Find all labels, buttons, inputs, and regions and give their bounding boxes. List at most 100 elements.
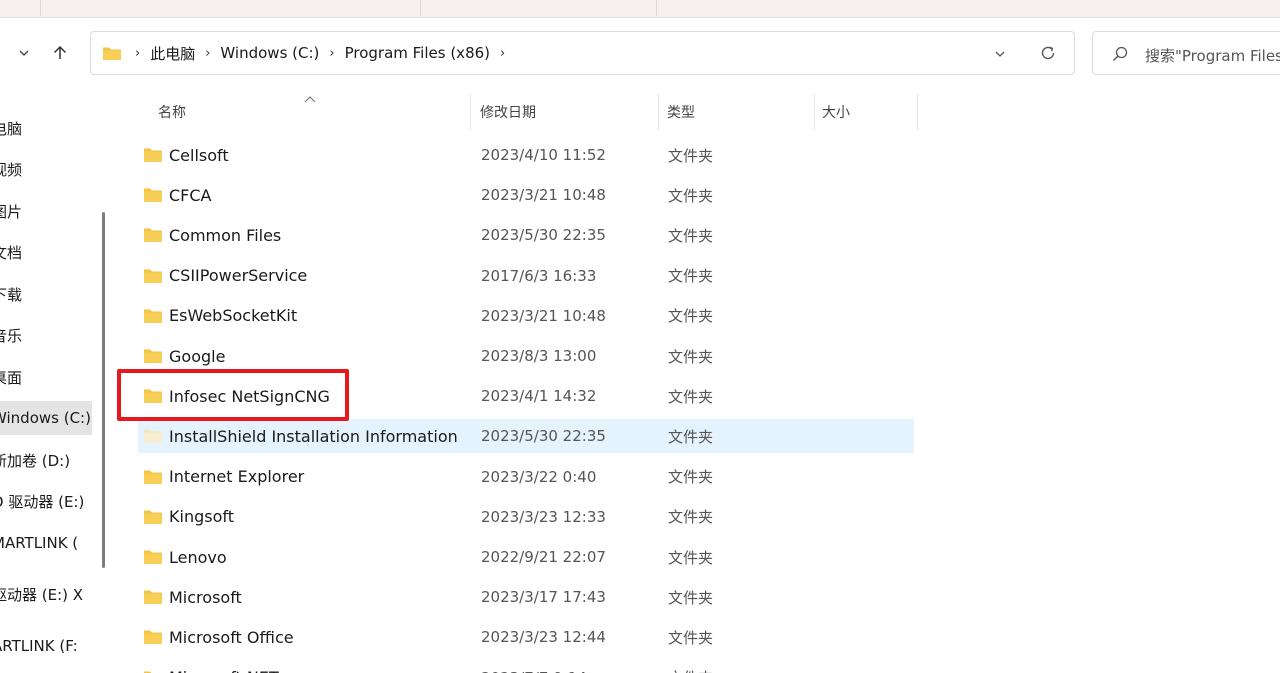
column-header-name[interactable]: 名称 xyxy=(158,94,468,130)
file-date-modified: 2023/5/30 22:35 xyxy=(481,427,606,446)
sidebar-item-drive-e[interactable]: D 驱动器 (E:) xyxy=(0,484,92,518)
file-name[interactable]: CFCA xyxy=(169,178,212,212)
search-box[interactable]: 搜索"Program Files" xyxy=(1092,31,1280,75)
file-name[interactable]: Kingsoft xyxy=(169,500,234,534)
table-row[interactable]: CFCA 2023/3/21 10:48 文件夹 xyxy=(138,178,914,212)
file-type: 文件夹 xyxy=(668,588,714,607)
sidebar-item-smartlink-f[interactable]: ARTLINK (F: xyxy=(0,629,92,663)
file-date-modified: 2023/3/23 12:44 xyxy=(481,628,606,647)
sidebar-scrollbar[interactable] xyxy=(102,212,105,568)
table-row[interactable]: EsWebSocketKit 2023/3/21 10:48 文件夹 xyxy=(138,299,914,333)
sidebar-item-windows-c[interactable]: Windows (C:) xyxy=(0,401,92,435)
column-header-label: 大小 xyxy=(822,105,850,121)
table-row[interactable]: Lenovo 2022/9/21 22:07 文件夹 xyxy=(138,540,914,574)
table-row[interactable]: Microsoft 2023/3/17 17:43 文件夹 xyxy=(138,580,914,614)
table-row[interactable]: Microsoft.NET 2023/7/7 9:14 文件夹 xyxy=(138,661,914,673)
folder-icon xyxy=(143,227,163,247)
up-arrow-icon[interactable] xyxy=(48,40,72,66)
sidebar-item-label: ARTLINK (F: xyxy=(0,637,78,655)
highlight-annotation-box xyxy=(117,369,349,421)
column-divider[interactable] xyxy=(470,94,471,130)
file-date-modified: 2023/3/17 17:43 xyxy=(481,588,606,607)
sidebar-item-this-pc[interactable]: 电脑 xyxy=(0,111,92,145)
file-name[interactable]: Microsoft.NET xyxy=(169,661,279,673)
file-name[interactable]: Common Files xyxy=(169,218,281,252)
tab-divider xyxy=(420,0,421,16)
table-row[interactable]: Internet Explorer 2023/3/22 0:40 文件夹 xyxy=(138,460,914,494)
file-type: 文件夹 xyxy=(668,307,714,326)
folder-icon xyxy=(143,308,163,328)
breadcrumb-this-pc[interactable]: 此电脑 xyxy=(146,43,199,64)
file-type: 文件夹 xyxy=(668,146,714,165)
search-input[interactable]: 搜索"Program Files" xyxy=(1145,45,1280,66)
column-header-date-modified[interactable]: 修改日期 xyxy=(480,94,660,130)
sidebar-item-documents[interactable]: 文档 xyxy=(0,235,92,269)
file-type: 文件夹 xyxy=(668,387,714,406)
file-name[interactable]: Cellsoft xyxy=(169,138,229,172)
sidebar-item-label: 下载 xyxy=(0,285,23,304)
sidebar-item-pictures[interactable]: 图片 xyxy=(0,194,92,228)
file-name[interactable]: Internet Explorer xyxy=(169,460,304,494)
folder-icon xyxy=(143,268,163,288)
address-history-chevron-icon[interactable] xyxy=(990,44,1010,64)
table-row[interactable]: CSIIPowerService 2017/6/3 16:33 文件夹 xyxy=(138,259,914,293)
breadcrumb-separator[interactable]: › xyxy=(199,46,216,61)
sidebar-item-label: D 驱动器 (E:) xyxy=(0,492,85,511)
file-date-modified: 2023/7/7 9:14 xyxy=(481,661,587,673)
folder-icon xyxy=(143,670,163,673)
file-name[interactable]: EsWebSocketKit xyxy=(169,299,297,333)
file-type: 文件夹 xyxy=(668,226,714,245)
sidebar-item-label: 图片 xyxy=(0,202,23,221)
table-row[interactable]: Kingsoft 2023/3/23 12:33 文件夹 xyxy=(138,500,914,534)
file-name[interactable]: Microsoft xyxy=(169,580,242,614)
file-date-modified: 2023/3/23 12:33 xyxy=(481,507,606,526)
file-date-modified: 2023/3/21 10:48 xyxy=(481,306,606,325)
recent-locations-dropdown-icon[interactable] xyxy=(12,40,36,66)
file-name[interactable]: InstallShield Installation Information xyxy=(169,419,458,453)
file-name[interactable]: Google xyxy=(169,339,225,373)
column-header-size[interactable]: 大小 xyxy=(822,94,917,130)
column-divider[interactable] xyxy=(814,94,815,130)
sidebar-item-label: Windows (C:) xyxy=(0,409,91,427)
table-row[interactable]: Microsoft Office 2023/3/23 12:44 文件夹 xyxy=(138,620,914,654)
sidebar-item-downloads[interactable]: 下载 xyxy=(0,277,92,311)
sidebar-item-smartlink[interactable]: MARTLINK ( xyxy=(0,526,92,560)
column-divider[interactable] xyxy=(658,94,659,130)
column-header-label: 修改日期 xyxy=(480,105,536,121)
file-type: 文件夹 xyxy=(668,427,714,446)
file-date-modified: 2023/8/3 13:00 xyxy=(481,347,597,365)
sidebar-item-desktop[interactable]: 桌面 xyxy=(0,360,92,394)
breadcrumb-program-files-x86[interactable]: Program Files (x86) xyxy=(341,44,494,62)
file-type: 文件夹 xyxy=(668,628,714,647)
sidebar-item-drive-e-x[interactable]: 驱动器 (E:) X xyxy=(0,577,92,611)
address-bar[interactable]: › 此电脑 › Windows (C:) › Program Files (x8… xyxy=(90,31,1075,75)
folder-icon xyxy=(143,629,163,649)
breadcrumb-separator[interactable]: › xyxy=(323,46,340,61)
file-type: 文件夹 xyxy=(668,186,714,205)
file-name[interactable]: Microsoft Office xyxy=(169,620,294,654)
table-row[interactable]: Common Files 2023/5/30 22:35 文件夹 xyxy=(138,218,914,252)
table-row[interactable]: Cellsoft 2023/4/10 11:52 文件夹 xyxy=(138,138,914,172)
file-type: 文件夹 xyxy=(668,468,714,487)
column-header-type[interactable]: 类型 xyxy=(667,94,812,130)
sidebar-item-label: MARTLINK ( xyxy=(0,534,79,552)
sidebar-item-music[interactable]: 音乐 xyxy=(0,318,92,352)
sidebar-item-videos[interactable]: 视频 xyxy=(0,152,92,186)
navigation-pane: 电脑 视频 图片 文档 下载 音乐 桌面 Windows (C:) 新加卷 (D… xyxy=(0,94,114,673)
file-type: 文件夹 xyxy=(668,661,713,673)
tab-divider xyxy=(656,0,657,16)
table-row[interactable]: InstallShield Installation Information 20… xyxy=(138,419,914,454)
tab-strip xyxy=(0,0,1280,18)
file-name[interactable]: CSIIPowerService xyxy=(169,259,307,293)
table-row[interactable]: Google 2023/8/3 13:00 文件夹 xyxy=(138,339,914,373)
breadcrumb-separator[interactable]: › xyxy=(494,46,511,61)
sidebar-item-label: 电脑 xyxy=(0,119,23,138)
file-name[interactable]: Lenovo xyxy=(169,540,227,574)
breadcrumb: › 此电脑 › Windows (C:) › Program Files (x8… xyxy=(129,32,511,74)
refresh-icon[interactable] xyxy=(1039,44,1059,64)
sidebar-item-label: 视频 xyxy=(0,160,23,179)
sidebar-item-new-volume-d[interactable]: 新加卷 (D:) xyxy=(0,443,92,477)
column-divider[interactable] xyxy=(917,94,918,130)
breadcrumb-windows-c[interactable]: Windows (C:) xyxy=(216,44,323,62)
folder-icon xyxy=(102,45,122,65)
